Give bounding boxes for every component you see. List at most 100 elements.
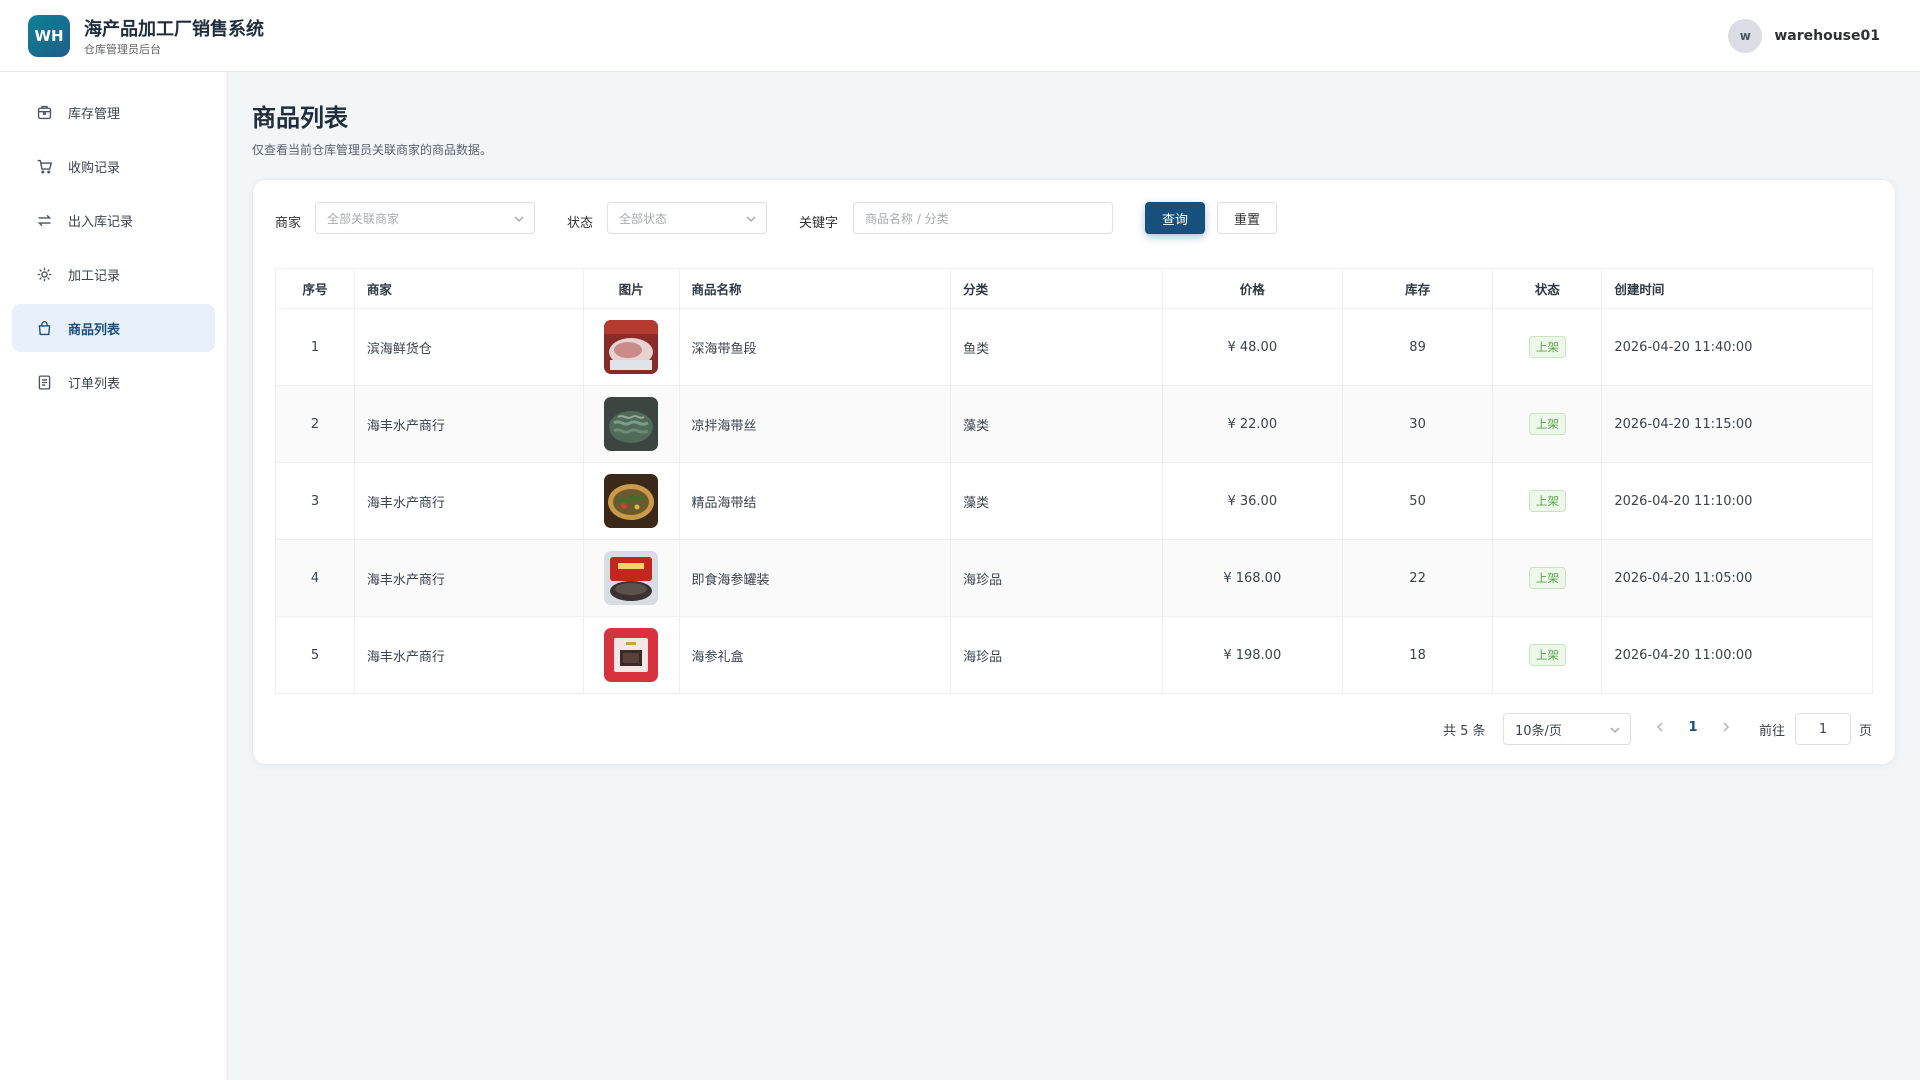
row-category: 海珍品	[951, 617, 1163, 693]
current-page[interactable]: 1	[1683, 720, 1703, 735]
column-header: 库存	[1343, 269, 1494, 308]
avatar[interactable]: w	[1728, 19, 1763, 53]
document-icon	[34, 372, 54, 392]
goto-page-input[interactable]: 1	[1795, 713, 1851, 745]
column-header: 状态	[1493, 269, 1603, 308]
pagination-total: 共 5 条	[1443, 724, 1486, 739]
keyword-input[interactable]: 商品名称 / 分类	[853, 202, 1113, 234]
chevron-down-icon	[514, 213, 524, 223]
sidebar: 库存管理 收购记录 出入库记录 加工记录 商品列表 订单列表	[0, 72, 228, 1080]
column-header: 分类	[951, 269, 1163, 308]
kelp-knot-image[interactable]	[604, 474, 659, 528]
sidebar-item-stock-flow[interactable]: 出入库记录	[12, 196, 215, 244]
sidebar-item-label: 出入库记录	[68, 214, 134, 230]
table-row[interactable]: 4 海丰水产商行 即食海参罐装 海珍品 ¥ 168.00 22 上架 2026-…	[276, 540, 1872, 617]
row-index: 2	[276, 386, 355, 462]
status-select[interactable]: 全部状态	[607, 202, 767, 234]
row-status-cell: 上架	[1493, 463, 1603, 539]
merchant-select[interactable]: 全部关联商家	[315, 202, 535, 234]
table-row[interactable]: 5 海丰水产商行 海参礼盒 海珍品 ¥ 198.00 18 上架 2026-04…	[276, 617, 1872, 694]
row-image-cell	[584, 617, 680, 693]
username[interactable]: warehouse01	[1774, 28, 1880, 44]
row-status-cell: 上架	[1493, 617, 1603, 693]
row-created-time: 2026-04-20 11:00:00	[1614, 647, 1753, 663]
status-label: 状态	[567, 216, 594, 231]
row-created-time: 2026-04-20 11:05:00	[1614, 570, 1753, 586]
status-badge: 上架	[1528, 413, 1566, 435]
transfer-icon	[34, 210, 54, 230]
sidebar-item-orders[interactable]: 订单列表	[12, 358, 215, 406]
status-badge: 上架	[1528, 336, 1566, 358]
column-header: 创建时间	[1614, 282, 1665, 297]
row-stock: 30	[1343, 386, 1494, 462]
sidebar-item-products[interactable]: 商品列表	[12, 304, 215, 352]
next-page-icon[interactable]	[1719, 720, 1733, 734]
status-badge: 上架	[1528, 490, 1566, 512]
row-index: 3	[276, 463, 355, 539]
row-image-cell	[584, 463, 680, 539]
row-product-name: 深海带鱼段	[680, 309, 952, 385]
row-stock: 22	[1343, 540, 1494, 616]
column-header: 图片	[584, 269, 680, 308]
app-subtitle: 仓库管理员后台	[84, 43, 161, 56]
merchant-select-placeholder: 全部关联商家	[327, 211, 400, 226]
reset-button[interactable]: 重置	[1217, 202, 1277, 234]
sidebar-item-processing[interactable]: 加工记录	[12, 250, 215, 298]
row-status-cell: 上架	[1493, 540, 1603, 616]
row-image-cell	[584, 386, 680, 462]
gift-box-image[interactable]	[604, 628, 659, 682]
row-status-cell: 上架	[1493, 309, 1603, 385]
row-image-cell	[584, 540, 680, 616]
row-product-name: 凉拌海带丝	[680, 386, 952, 462]
row-image-cell	[584, 309, 680, 385]
fish-image[interactable]	[604, 320, 659, 374]
page-size-value: 10条/页	[1515, 723, 1562, 739]
row-status-cell: 上架	[1493, 386, 1603, 462]
column-header: 商品名称	[680, 269, 952, 308]
keyword-label: 关键字	[799, 216, 839, 231]
row-product-name: 海参礼盒	[680, 617, 952, 693]
row-created-time: 2026-04-20 11:10:00	[1614, 493, 1753, 509]
sea-cucumber-can-image[interactable]	[604, 551, 659, 605]
inventory-icon	[34, 102, 54, 122]
row-merchant: 海丰水产商行	[355, 540, 584, 616]
gear-icon	[34, 264, 54, 284]
row-index: 5	[276, 617, 355, 693]
user-menu[interactable]: w warehouse01	[1728, 18, 1880, 54]
row-category: 藻类	[951, 463, 1163, 539]
bag-icon	[34, 318, 54, 338]
app-logo: WH	[28, 15, 70, 57]
sidebar-item-inventory[interactable]: 库存管理	[12, 88, 215, 136]
row-created-time: 2026-04-20 11:40:00	[1614, 339, 1753, 355]
sidebar-item-purchase[interactable]: 收购记录	[12, 142, 215, 190]
column-header: 商家	[355, 269, 584, 308]
row-category: 藻类	[951, 386, 1163, 462]
page-description: 仅查看当前仓库管理员关联商家的商品数据。	[252, 143, 493, 157]
table-row[interactable]: 3 海丰水产商行 精品海带结 藻类 ¥ 36.00 50 上架 2026-04-…	[276, 463, 1872, 540]
row-category: 鱼类	[951, 309, 1163, 385]
search-button[interactable]: 查询	[1145, 202, 1205, 234]
row-merchant: 海丰水产商行	[355, 617, 584, 693]
merchant-label: 商家	[275, 216, 302, 231]
top-header: WH 海产品加工厂销售系统 仓库管理员后台 w warehouse01	[0, 0, 1920, 72]
prev-page-icon[interactable]	[1653, 720, 1667, 734]
cart-icon	[34, 156, 54, 176]
table-row[interactable]: 2 海丰水产商行 凉拌海带丝 藻类 ¥ 22.00 30 上架 2026-04-…	[276, 386, 1872, 463]
row-product-name: 即食海参罐装	[680, 540, 952, 616]
sidebar-item-label: 收购记录	[68, 160, 121, 176]
sidebar-item-label: 商品列表	[68, 322, 121, 338]
row-price: ¥ 36.00	[1163, 463, 1343, 539]
page-size-select[interactable]: 10条/页	[1503, 713, 1631, 745]
sidebar-item-label: 库存管理	[68, 106, 121, 122]
sidebar-item-label: 订单列表	[68, 376, 121, 392]
row-merchant: 海丰水产商行	[355, 463, 584, 539]
row-product-name: 精品海带结	[680, 463, 952, 539]
row-price: ¥ 198.00	[1163, 617, 1343, 693]
goto-unit: 页	[1859, 724, 1873, 739]
table-row[interactable]: 1 滨海鲜货仓 深海带鱼段 鱼类 ¥ 48.00 89 上架 2026-04-2…	[276, 309, 1872, 386]
page-title: 商品列表	[252, 104, 348, 132]
kelp-strips-image[interactable]	[604, 397, 659, 451]
status-badge: 上架	[1528, 567, 1566, 589]
status-badge: 上架	[1528, 644, 1566, 666]
row-stock: 89	[1343, 309, 1494, 385]
